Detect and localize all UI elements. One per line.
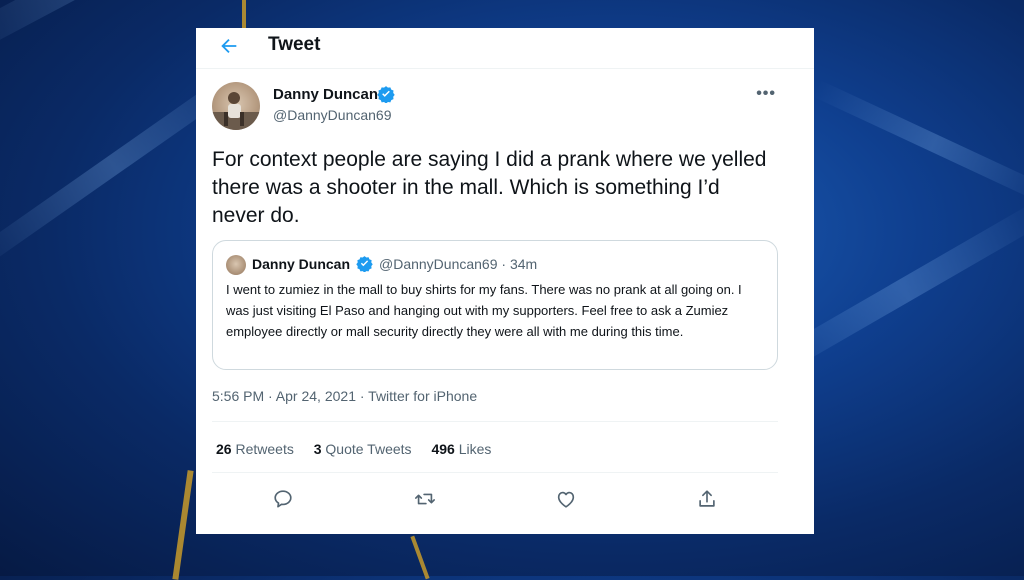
retweets-count: 26 <box>216 441 232 457</box>
arrow-left-icon[interactable] <box>218 35 240 57</box>
quotes-stat[interactable]: 3 Quote Tweets <box>314 441 412 457</box>
quoted-tweet[interactable]: Danny Duncan @DannyDuncan69 · 34m I went… <box>212 240 778 370</box>
tweet-card: Tweet Danny Duncan @DannyDuncan69 ••• Fo… <box>196 28 814 534</box>
background-gold-stripe <box>172 470 194 580</box>
verified-badge-icon <box>377 86 395 103</box>
quotes-label: Quote Tweets <box>325 441 412 457</box>
avatar-photo-icon <box>212 92 260 130</box>
tweet-timestamp[interactable]: 5:56 PM · Apr 24, 2021 · Twitter for iPh… <box>212 388 477 404</box>
likes-label: Likes <box>458 441 492 457</box>
likes-stat[interactable]: 496 Likes <box>431 441 491 457</box>
background-gold-stripe <box>242 0 246 28</box>
more-horizontal-icon[interactable]: ••• <box>756 85 776 103</box>
avatar[interactable] <box>212 82 260 130</box>
retweets-label: Retweets <box>235 441 294 457</box>
tweet-header: Tweet <box>196 28 814 69</box>
heart-icon[interactable] <box>555 488 577 510</box>
quote-text: I went to zumiez in the mall to buy shir… <box>226 282 742 339</box>
quote-avatar <box>226 255 246 275</box>
retweet-icon[interactable] <box>414 488 436 510</box>
share-icon[interactable] <box>696 488 718 510</box>
quotes-count: 3 <box>313 441 322 457</box>
author-name[interactable]: Danny Duncan <box>273 86 378 103</box>
reply-icon[interactable] <box>272 488 294 510</box>
tweet-stats: 26 Retweets 3 Quote Tweets 496 Likes <box>216 441 507 457</box>
divider <box>212 421 778 422</box>
quote-author-name: Danny Duncan <box>252 256 351 272</box>
author-handle[interactable]: @DannyDuncan69 <box>273 107 392 123</box>
verified-badge-icon <box>356 256 373 272</box>
quote-meta: @DannyDuncan69 · 34m <box>379 256 538 272</box>
tweet-actions <box>196 484 814 514</box>
divider <box>212 472 778 473</box>
page-title: Tweet <box>268 34 321 55</box>
background-gold-stripe <box>410 535 430 580</box>
retweets-stat[interactable]: 26 Retweets <box>216 441 294 457</box>
background-ray <box>812 80 1024 207</box>
likes-count: 496 <box>431 441 455 457</box>
tweet-text: For context people are saying I did a pr… <box>212 148 767 227</box>
